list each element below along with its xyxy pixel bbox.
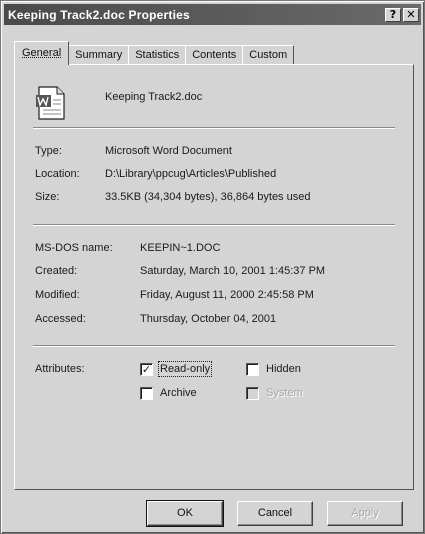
general-tab-panel: Keeping Track2.doc Type: Microsoft Word … bbox=[14, 64, 414, 490]
separator bbox=[33, 127, 395, 129]
modified-label: Modified: bbox=[35, 289, 80, 301]
location-label: Location: bbox=[35, 168, 80, 180]
system-label: System bbox=[266, 387, 303, 399]
size-label: Size: bbox=[35, 191, 60, 203]
window-title: Keeping Track2.doc Properties bbox=[8, 7, 190, 22]
msdos-name-label: MS-DOS name: bbox=[35, 242, 113, 254]
type-label: Type: bbox=[35, 145, 62, 157]
tab-custom[interactable]: Custom bbox=[242, 45, 295, 65]
modified-value: Friday, August 11, 2000 2:45:58 PM bbox=[140, 289, 314, 301]
hidden-label[interactable]: Hidden bbox=[266, 363, 301, 375]
attributes-label: Attributes: bbox=[35, 363, 85, 375]
tab-strip: General Summary Statistics Contents Cust… bbox=[14, 41, 295, 65]
accessed-value: Thursday, October 04, 2001 bbox=[140, 313, 277, 325]
archive-checkbox[interactable] bbox=[140, 387, 153, 400]
tab-general[interactable]: General bbox=[14, 41, 70, 65]
read-only-label[interactable]: Read-only bbox=[157, 361, 213, 377]
msdos-name-value: KEEPIN~1.DOC bbox=[140, 242, 221, 254]
system-checkbox bbox=[246, 387, 259, 400]
separator bbox=[33, 345, 395, 347]
tab-statistics[interactable]: Statistics bbox=[128, 45, 187, 65]
file-name: Keeping Track2.doc bbox=[105, 91, 203, 103]
read-only-checkbox[interactable]: ✓ bbox=[140, 363, 153, 376]
properties-dialog: Keeping Track2.doc Properties ? ✕ Genera… bbox=[0, 0, 425, 534]
ok-button[interactable]: OK bbox=[146, 500, 224, 527]
tab-contents[interactable]: Contents bbox=[185, 45, 244, 65]
cancel-button[interactable]: Cancel bbox=[237, 501, 313, 526]
apply-button: Apply bbox=[327, 501, 403, 526]
size-value: 33.5KB (34,304 bytes), 36,864 bytes used bbox=[105, 191, 311, 203]
accessed-label: Accessed: bbox=[35, 313, 86, 325]
archive-label[interactable]: Archive bbox=[160, 387, 197, 399]
type-value: Microsoft Word Document bbox=[105, 145, 232, 157]
title-bar: Keeping Track2.doc Properties ? ✕ bbox=[4, 4, 421, 25]
word-document-icon bbox=[36, 86, 65, 120]
help-button[interactable]: ? bbox=[385, 7, 401, 22]
separator bbox=[33, 224, 395, 226]
hidden-checkbox[interactable] bbox=[246, 363, 259, 376]
location-value: D:\Library\ppcug\Articles\Published bbox=[105, 168, 277, 180]
tab-summary[interactable]: Summary bbox=[68, 45, 130, 65]
close-button[interactable]: ✕ bbox=[403, 7, 419, 22]
created-value: Saturday, March 10, 2001 1:45:37 PM bbox=[140, 265, 326, 277]
created-label: Created: bbox=[35, 265, 78, 277]
